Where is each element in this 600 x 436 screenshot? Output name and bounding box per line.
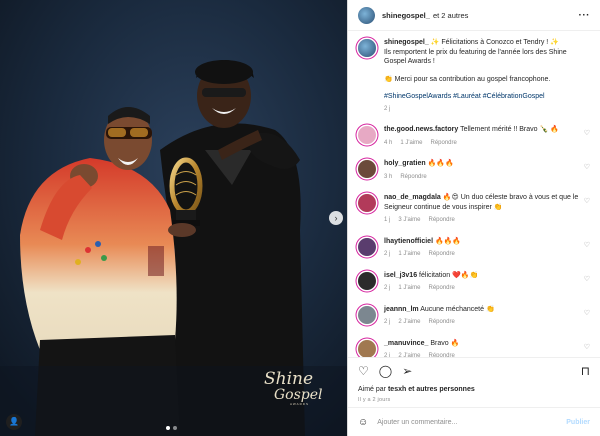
- liked-by-suffix[interactable]: et autres personnes: [408, 386, 475, 393]
- comment-text: 🔥🔥🔥: [427, 160, 454, 167]
- caption-line1: ✨ Félicitations à Conozco et Tendry ! ✨: [430, 39, 559, 46]
- comment-time: 2 j: [384, 285, 391, 291]
- comment-likes[interactable]: 3 J'aime: [398, 217, 420, 223]
- post-photo[interactable]: › 👤 Shine Gospel AWARDS: [0, 0, 347, 436]
- carousel-dot: [173, 426, 177, 430]
- reply-button[interactable]: Répondre: [431, 140, 457, 146]
- shine-gospel-logo: Shine Gospel AWARDS: [264, 369, 323, 406]
- bookmark-icon[interactable]: ⊓: [581, 365, 590, 377]
- heart-icon[interactable]: ♡: [584, 275, 590, 283]
- add-comment-bar: ☺ Ajouter un commentaire... Publier: [348, 407, 600, 436]
- liked-by-prefix: Aimé par: [358, 386, 387, 393]
- heart-icon[interactable]: ♡: [584, 241, 590, 249]
- comment-text: 🔥🔥🔥: [434, 237, 462, 245]
- header-username[interactable]: shinegospel_: [382, 11, 430, 20]
- next-photo-button[interactable]: ›: [329, 211, 343, 225]
- comment-text: Aucune méchanceté 👏: [420, 305, 495, 313]
- avatar[interactable]: [358, 39, 376, 57]
- comment-text: Bravo 🔥: [430, 339, 460, 347]
- heart-icon[interactable]: ♡: [358, 365, 369, 377]
- user-tags-button[interactable]: 👤: [6, 414, 22, 430]
- post-actions: ♡ ◯ ➢ ⊓ Aimé par tesxh et autres personn…: [348, 357, 600, 407]
- comment-icon[interactable]: ◯: [379, 365, 392, 377]
- heart-icon[interactable]: ♡: [584, 197, 590, 205]
- carousel-dots: [166, 426, 177, 430]
- post-header: shinegospel_ et 2 autres ···: [348, 0, 600, 31]
- avatar[interactable]: [358, 160, 376, 178]
- liked-by-user[interactable]: tesxh: [388, 386, 406, 393]
- reply-button[interactable]: Répondre: [429, 217, 455, 223]
- heart-icon[interactable]: ♡: [584, 309, 590, 317]
- heart-icon[interactable]: ♡: [584, 343, 590, 351]
- comment-time: 2 j: [384, 319, 391, 325]
- caption-hashtags[interactable]: #ShineGospelAwards #Lauréat #Célébration…: [384, 92, 590, 102]
- header-collab[interactable]: et 2 autres: [433, 11, 468, 20]
- caption-line2: Ils remportent le prix du featuring de l…: [384, 48, 567, 66]
- avatar[interactable]: [358, 271, 376, 290]
- avatar[interactable]: [358, 126, 376, 144]
- liked-by[interactable]: Aimé par tesxh et autres personnes: [358, 386, 590, 393]
- send-icon[interactable]: ➢: [402, 365, 412, 377]
- avatar[interactable]: [358, 194, 376, 212]
- smiley-icon[interactable]: ☺: [358, 417, 368, 428]
- reply-button[interactable]: Répondre: [429, 319, 455, 325]
- comment-text: félicitation ❤️🔥👏: [419, 271, 479, 279]
- caption-username[interactable]: shinegospel_: [384, 39, 429, 46]
- comment-likes[interactable]: 1 J'aime: [398, 251, 420, 257]
- comment-username[interactable]: isel_j3v16: [384, 272, 417, 279]
- comment-time: 2 j: [384, 251, 391, 257]
- avatar[interactable]: [358, 6, 375, 24]
- comment-time: 4 h: [384, 139, 393, 146]
- avatar[interactable]: [358, 339, 376, 357]
- comment-username[interactable]: jeannn_lm: [384, 306, 419, 313]
- comment-text: Tellement mérité !! Bravo 🍾 🔥: [460, 126, 559, 133]
- comment-row: holy_gratien 🔥🔥🔥 3 h Répondre ♡: [358, 159, 590, 182]
- comment-time: 1 j: [384, 217, 391, 223]
- comment-likes[interactable]: 1 J'aime: [398, 285, 420, 291]
- comment-time: 3 h: [384, 173, 393, 180]
- post-time: Il y a 2 jours: [358, 397, 391, 403]
- post-caption: shinegospel_ ✨ Félicitations à Conozco e…: [358, 38, 590, 114]
- comment-username[interactable]: nao_de_magdala: [384, 194, 441, 201]
- caption-time: 2 j: [384, 105, 391, 112]
- post-comment-button[interactable]: Publier: [566, 419, 590, 426]
- avatar[interactable]: [358, 305, 376, 324]
- reply-button[interactable]: Répondre: [429, 285, 455, 291]
- post-side-panel: shinegospel_ et 2 autres ··· shinegospel…: [347, 0, 600, 436]
- comment-username[interactable]: _manuvince_: [384, 340, 428, 347]
- comment-row: the.good.news.factory Tellement mérité !…: [358, 125, 590, 148]
- chevron-right-icon: ›: [334, 213, 338, 223]
- reply-button[interactable]: Répondre: [400, 174, 426, 180]
- carousel-dot-active: [166, 426, 170, 430]
- caption-line3: 👏 Merci pour sa contribution au gospel f…: [384, 75, 551, 83]
- ellipsis-icon[interactable]: ···: [579, 10, 591, 21]
- user-icon: 👤: [9, 417, 19, 426]
- comment-username[interactable]: holy_gratien: [384, 160, 426, 167]
- comment-row: isel_j3v16 félicitation ❤️🔥👏 2 j 1 J'aime R…: [358, 271, 590, 294]
- comment-row: nao_de_magdala 🔥😍 Un duo céleste bravo à…: [358, 193, 590, 226]
- avatar[interactable]: [358, 237, 376, 256]
- comment-row: jeannn_lm Aucune méchanceté 👏 2 j 2 J'aime…: [358, 305, 590, 328]
- comment-row: lhaytienofficiel 🔥🔥🔥 2 j 1 J'aime Répondre ♡: [358, 237, 590, 260]
- comment-likes[interactable]: 1 J'aime: [400, 140, 422, 146]
- comment-row: _manuvince_ Bravo 🔥 2 j2 J'aime Répondre ♡: [358, 339, 590, 357]
- comment-username[interactable]: lhaytienofficiel: [384, 238, 433, 245]
- reply-button[interactable]: Répondre: [429, 251, 455, 257]
- heart-icon[interactable]: ♡: [584, 129, 590, 137]
- comment-username[interactable]: the.good.news.factory: [384, 126, 458, 133]
- comment-likes[interactable]: 2 J'aime: [398, 319, 420, 325]
- comment-input[interactable]: Ajouter un commentaire...: [377, 419, 566, 426]
- heart-icon[interactable]: ♡: [584, 163, 590, 171]
- comments-list[interactable]: shinegospel_ ✨ Félicitations à Conozco e…: [348, 32, 600, 357]
